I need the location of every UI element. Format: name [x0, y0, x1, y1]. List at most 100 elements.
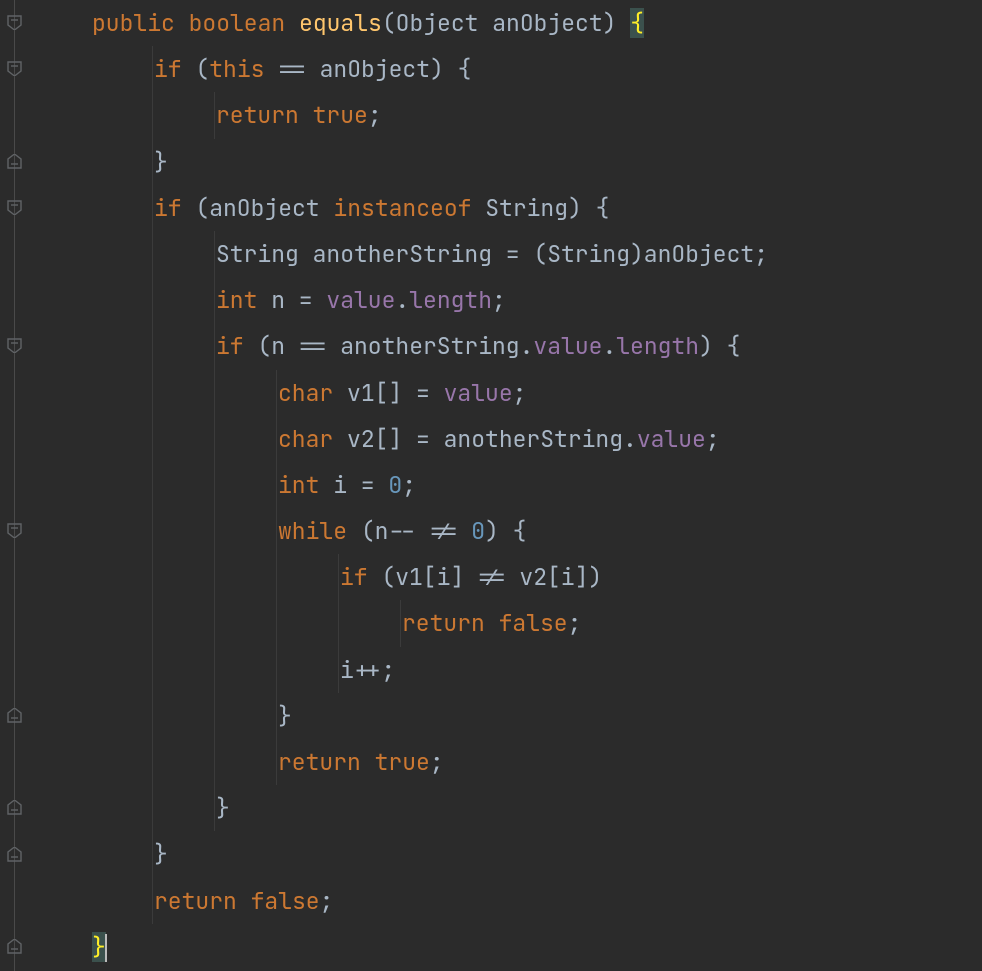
code-line[interactable]: if (anObject instanceof String) {: [34, 185, 982, 231]
gutter-fold-line: [14, 0, 15, 971]
token-str: (v1[i] != v2[i]): [381, 562, 602, 592]
indent-guide: [152, 462, 153, 508]
token-paren: (: [195, 54, 209, 84]
indent-guide: [214, 370, 215, 416]
indent-guide: [152, 878, 153, 924]
token-str: == anObject) {: [278, 54, 471, 84]
indent-guide: [214, 693, 215, 739]
fold-expand-icon[interactable]: [6, 60, 23, 77]
token-str: i =: [333, 470, 388, 500]
token-str: ;: [568, 608, 582, 638]
code-line[interactable]: }: [34, 693, 982, 739]
code-line[interactable]: }: [34, 785, 982, 831]
code-line[interactable]: }: [34, 924, 982, 970]
indent-guide: [276, 462, 277, 508]
token-kw: return false: [402, 608, 568, 638]
token-str: }: [216, 793, 230, 823]
indent-guide: [338, 600, 339, 646]
fold-collapse-icon[interactable]: [6, 799, 23, 816]
token-str: }: [278, 701, 292, 731]
indent-guide: [338, 647, 339, 693]
token-str: ) {: [699, 331, 740, 361]
indent-guide: [152, 92, 153, 138]
code-line[interactable]: char v2[] = anotherString.value;: [34, 416, 982, 462]
token-kw: return true: [216, 100, 368, 130]
code-line[interactable]: String anotherString = (String)anObject;: [34, 231, 982, 277]
token-num: 0: [471, 516, 485, 546]
token-str: }: [154, 839, 168, 869]
token-paren: ): [603, 8, 631, 38]
code-line[interactable]: if (v1[i] != v2[i]): [34, 554, 982, 600]
token-str: (anObject: [195, 193, 333, 223]
fold-collapse-icon[interactable]: [6, 846, 23, 863]
indent-guide: [276, 600, 277, 646]
indent-guide: [400, 600, 401, 646]
token-kw: public: [92, 8, 189, 38]
fold-expand-icon[interactable]: [6, 337, 23, 354]
token-str: n =: [271, 285, 326, 315]
code-line[interactable]: int i = 0;: [34, 462, 982, 508]
fold-collapse-icon[interactable]: [6, 153, 23, 170]
indent-guide: [214, 600, 215, 646]
token-kw: instanceof: [333, 193, 485, 223]
code-line[interactable]: i++;: [34, 647, 982, 693]
indent-guide: [214, 231, 215, 277]
token-str: ;: [430, 747, 444, 777]
indent-guide: [152, 647, 153, 693]
token-str: ;: [320, 886, 334, 916]
token-field: value: [533, 331, 602, 361]
indent-guide: [276, 647, 277, 693]
indent-guide: [152, 139, 153, 185]
token-kw: return false: [154, 886, 320, 916]
indent-guide: [214, 416, 215, 462]
indent-guide: [214, 739, 215, 785]
code-line[interactable]: public boolean equals(Object anObject) {: [34, 0, 982, 46]
token-str: }: [154, 147, 168, 177]
code-area[interactable]: public boolean equals(Object anObject) {…: [30, 0, 982, 971]
token-str: ;: [492, 285, 506, 315]
token-str: ) {: [485, 516, 526, 546]
token-var: anObject: [492, 8, 602, 38]
fold-expand-icon[interactable]: [6, 199, 23, 216]
code-line[interactable]: return true;: [34, 92, 982, 138]
code-line[interactable]: return true;: [34, 739, 982, 785]
token-str: (n == anotherString.: [257, 331, 533, 361]
token-str: ;: [402, 470, 416, 500]
token-brace-match: }: [92, 932, 106, 962]
indent-guide: [276, 554, 277, 600]
code-line[interactable]: return false;: [34, 600, 982, 646]
code-line[interactable]: while (n-- != 0) {: [34, 508, 982, 554]
token-str: (n-- !=: [361, 516, 471, 546]
fold-collapse-icon[interactable]: [6, 707, 23, 724]
code-line[interactable]: if (n == anotherString.value.length) {: [34, 323, 982, 369]
indent-guide: [152, 231, 153, 277]
token-kw: char: [278, 424, 347, 454]
token-kw: this: [209, 54, 278, 84]
token-str: String anotherString = (String)anObject;: [216, 239, 768, 269]
indent-guide: [152, 831, 153, 877]
indent-guide: [152, 370, 153, 416]
code-line[interactable]: if (this == anObject) {: [34, 46, 982, 92]
code-line[interactable]: return false;: [34, 878, 982, 924]
token-mname: equals: [299, 8, 382, 38]
code-line[interactable]: }: [34, 831, 982, 877]
code-line[interactable]: char v1[] = value;: [34, 370, 982, 416]
token-kw: if: [154, 54, 195, 84]
code-line[interactable]: int n = value.length;: [34, 277, 982, 323]
token-str: v1[] =: [347, 378, 444, 408]
token-num: 0: [388, 470, 402, 500]
token-str: ;: [706, 424, 720, 454]
fold-expand-icon[interactable]: [6, 14, 23, 31]
indent-guide: [276, 416, 277, 462]
fold-expand-icon[interactable]: [6, 522, 23, 539]
token-paren: (: [382, 8, 396, 38]
code-line[interactable]: }: [34, 139, 982, 185]
code-editor[interactable]: public boolean equals(Object anObject) {…: [0, 0, 982, 971]
fold-collapse-icon[interactable]: [6, 938, 23, 955]
indent-guide: [152, 185, 153, 231]
indent-guide: [214, 508, 215, 554]
token-field: value: [637, 424, 706, 454]
gutter: [0, 0, 30, 971]
token-kw: if: [340, 562, 381, 592]
indent-guide: [276, 739, 277, 785]
